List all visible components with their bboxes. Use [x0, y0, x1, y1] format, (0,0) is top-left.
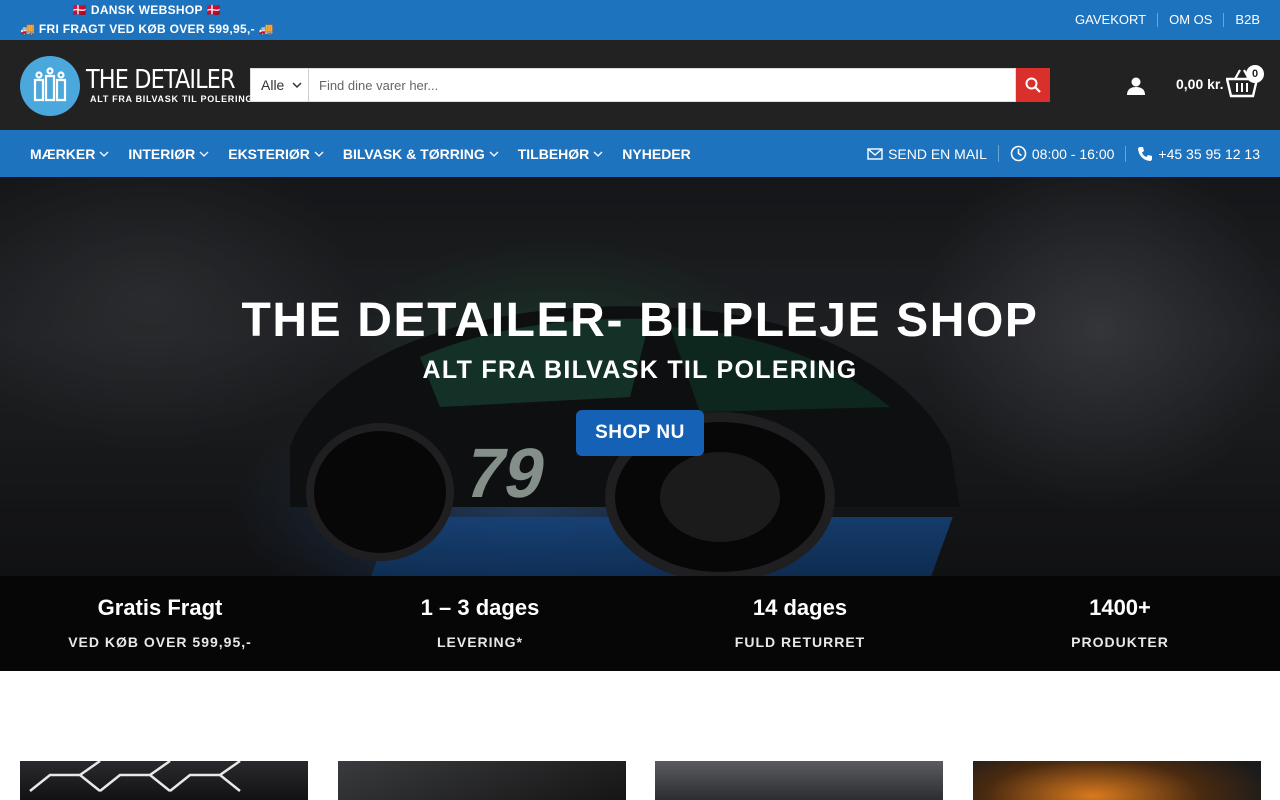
stat-value: 1 – 3 dages: [420, 595, 540, 620]
main-nav: MÆRKER INTERIØR EKSTERIØR BILVASK & TØRR…: [0, 130, 1280, 177]
stat-value: 14 dages: [752, 595, 848, 620]
promo-free-shipping: 🚚 FRI FRAGT VED KØB OVER 599,95,- 🚚: [20, 22, 274, 36]
search-button[interactable]: [1016, 68, 1050, 102]
nav-item-label: TILBEHØR: [517, 145, 590, 162]
stat-products: 1400+ PRODUKTER: [960, 576, 1280, 671]
hero-subtitle: ALT FRA BILVASK TIL POLERING: [422, 356, 858, 384]
nav-item-bilvask[interactable]: BILVASK & TØRRING: [343, 146, 499, 162]
category-card[interactable]: [338, 761, 626, 800]
opening-hours: 08:00 - 16:00: [997, 145, 1126, 162]
logo[interactable]: THE DETAILER ALT FRA BILVASK TIL POLERIN…: [20, 56, 252, 116]
category-card[interactable]: [20, 761, 308, 800]
usp-stats: Gratis Fragt VED KØB OVER 599,95,- 1 – 3…: [0, 576, 1280, 671]
envelope-icon: [867, 147, 883, 160]
clock-icon: [1010, 145, 1027, 162]
category-grid: [20, 761, 1261, 800]
cart-count-badge: 0: [1246, 65, 1264, 83]
logo-tagline: ALT FRA BILVASK TIL POLERING: [90, 94, 254, 104]
link-b2b[interactable]: B2B: [1223, 13, 1260, 27]
top-links: GAVEKORT OM OS B2B: [1064, 0, 1260, 40]
opening-hours-label: 08:00 - 16:00: [1031, 145, 1115, 162]
stat-label: VED KØB OVER 599,95,-: [68, 634, 252, 650]
hero-banner: 79 THE DETAILER- BILPLEJE SHOP ALT FRA B…: [0, 177, 1280, 576]
stat-free-shipping: Gratis Fragt VED KØB OVER 599,95,-: [0, 576, 320, 671]
user-account-icon[interactable]: [1126, 76, 1146, 96]
nav-item-label: INTERIØR: [128, 145, 196, 162]
phone-icon: [1138, 146, 1153, 161]
send-mail-link[interactable]: SEND EN MAIL: [867, 146, 998, 162]
top-bar: 🇩🇰 DANSK WEBSHOP 🇩🇰 🚚 FRI FRAGT VED KØB …: [0, 0, 1280, 40]
phone-label: +45 35 95 12 13: [1158, 145, 1260, 162]
chevron-down-icon: [593, 151, 603, 157]
chevron-down-icon: [292, 81, 302, 88]
chevron-down-icon: [199, 151, 209, 157]
stat-delivery: 1 – 3 dages LEVERING*: [320, 576, 640, 671]
phone-link[interactable]: +45 35 95 12 13: [1125, 145, 1260, 162]
nav-item-interior[interactable]: INTERIØR: [128, 146, 209, 162]
promo-danish-webshop: 🇩🇰 DANSK WEBSHOP 🇩🇰: [72, 3, 222, 17]
nav-item-nyheder[interactable]: NYHEDER: [622, 146, 690, 162]
search-input[interactable]: Find dine varer her...: [309, 68, 1016, 102]
stat-returns: 14 dages FULD RETURRET: [640, 576, 960, 671]
nav-item-label: NYHEDER: [622, 145, 691, 162]
link-om-os[interactable]: OM OS: [1157, 13, 1223, 27]
stat-value: Gratis Fragt: [97, 595, 223, 620]
stat-value: 1400+: [1089, 595, 1151, 620]
hero-title: THE DETAILER- BILPLEJE SHOP: [241, 294, 1039, 347]
stat-label: FULD RETURRET: [734, 634, 866, 650]
link-gavekort[interactable]: GAVEKORT: [1064, 13, 1157, 27]
search-category-value: Alle: [261, 77, 285, 93]
search-category-select[interactable]: Alle: [250, 68, 309, 102]
chevron-down-icon: [314, 151, 324, 157]
stat-label: PRODUKTER: [1071, 634, 1169, 650]
category-card[interactable]: [973, 761, 1261, 800]
hexagon-light-image: [29, 761, 241, 792]
nav-item-exterior[interactable]: EKSTERIØR: [228, 146, 324, 162]
shop-now-button[interactable]: SHOP NU: [576, 410, 704, 456]
logo-title: THE DETAILER: [86, 65, 236, 95]
cart-amount: 0,00 kr.: [1176, 76, 1224, 92]
nav-item-label: BILVASK & TØRRING: [342, 145, 485, 162]
stat-label: LEVERING*: [436, 634, 523, 650]
nav-item-label: EKSTERIØR: [228, 145, 310, 162]
search-bar: Alle Find dine varer her...: [250, 68, 1050, 102]
search-icon: [1025, 77, 1041, 93]
chevron-down-icon: [489, 151, 499, 157]
nav-item-tilbehor[interactable]: TILBEHØR: [518, 146, 604, 162]
logo-mark-icon: [20, 56, 80, 116]
nav-item-maerker[interactable]: MÆRKER: [30, 146, 109, 162]
category-card[interactable]: [655, 761, 943, 800]
nav-item-label: MÆRKER: [30, 145, 96, 162]
chevron-down-icon: [99, 151, 109, 157]
site-header: THE DETAILER ALT FRA BILVASK TIL POLERIN…: [0, 40, 1280, 130]
send-mail-label: SEND EN MAIL: [888, 145, 987, 162]
contact-info: SEND EN MAIL 08:00 - 16:00 +45 35 95 12 …: [867, 130, 1260, 177]
